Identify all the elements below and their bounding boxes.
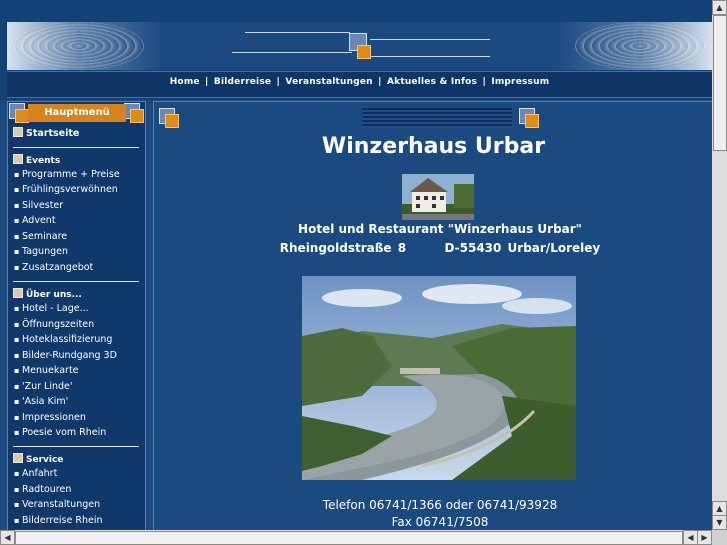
nav-bilderreise[interactable]: Bilderreise	[214, 77, 271, 87]
scroll-right-icon[interactable]: ▶	[697, 530, 712, 545]
sidebar-divider	[13, 446, 139, 447]
sidebar-item-bilder-rundgang[interactable]: Bilder-Rundgang 3D	[14, 350, 117, 361]
bullet-square-icon	[13, 154, 23, 164]
site-header: Home | Bilderreise | Veranstaltungen | A…	[0, 0, 712, 100]
sidebar-item-programme-preise[interactable]: Programme + Preise	[14, 169, 120, 180]
header-rule-right-bottom	[370, 56, 490, 57]
menu-title: Hauptmenü	[28, 104, 126, 122]
bullet-square-icon	[13, 453, 23, 463]
fax-line: Fax 06741/7508	[391, 515, 489, 529]
sidebar-item-menuekarte[interactable]: Menuekarte	[14, 365, 79, 376]
scroll-up-icon[interactable]: ▲	[712, 501, 727, 516]
top-navigation: Home | Bilderreise | Veranstaltungen | A…	[7, 71, 712, 98]
scroll-left-icon[interactable]: ◀	[0, 530, 15, 545]
nav-impressum[interactable]: Impressum	[491, 77, 549, 87]
page-title: Winzerhaus Urbar	[321, 134, 546, 159]
sidebar-menu: Hauptmenü Startseite Events Programme + …	[7, 101, 146, 530]
sidebar-item-tagungen[interactable]: Tagungen	[14, 246, 68, 257]
sidebar-item-impressionen[interactable]: Impressionen	[14, 412, 86, 423]
horizontal-scroll-thumb[interactable]	[15, 531, 683, 545]
vertical-scrollbar[interactable]: ▲ ▲ ▼	[712, 0, 727, 530]
bullet-square-icon	[13, 127, 23, 137]
header-rule-right-top	[370, 39, 490, 40]
sidebar-section-service[interactable]: Service	[13, 453, 63, 465]
header-rule-top	[245, 32, 350, 33]
scrollbar-corner	[712, 530, 727, 545]
bullet-square-icon	[13, 288, 23, 298]
sidebar-item-hoteklassifizierung[interactable]: Hoteklassifizierung	[14, 334, 112, 345]
sidebar-section-events[interactable]: Events	[13, 154, 60, 166]
sidebar-item-radtouren[interactable]: Radtouren	[14, 484, 71, 495]
street-address: Rheingoldstraße 8	[279, 241, 407, 255]
sidebar-item-startseite[interactable]: Startseite	[13, 127, 79, 139]
hotel-photo[interactable]	[402, 174, 474, 220]
sidebar-item-fruehlingsverwoehnen[interactable]: Frühlingsverwöhnen	[14, 184, 118, 195]
nav-aktuelles-infos[interactable]: Aktuelles & Infos	[387, 77, 477, 87]
sidebar-item-poesie-vom-rhein[interactable]: Poesie vom Rhein	[14, 427, 106, 438]
scroll-down-icon[interactable]: ▼	[712, 515, 727, 530]
hotel-name-line: Hotel und Restaurant "Winzerhaus Urbar"	[298, 222, 582, 236]
sidebar-item-oeffnungszeiten[interactable]: Öffnungszeiten	[14, 319, 94, 330]
phone-line: Telefon 06741/1366 oder 06741/93928	[322, 498, 558, 512]
scroll-left-icon[interactable]: ◀	[683, 530, 698, 545]
sidebar-section-ueber-uns[interactable]: Über uns...	[13, 288, 82, 300]
nav-veranstaltungen[interactable]: Veranstaltungen	[285, 77, 372, 87]
rhine-valley-photo[interactable]	[302, 276, 576, 480]
sidebar-item-advent[interactable]: Advent	[14, 215, 56, 226]
nav-home[interactable]: Home	[170, 77, 200, 87]
horizontal-scrollbar[interactable]: ◀ ◀ ▶	[0, 530, 712, 545]
sidebar-item-asia-kim[interactable]: 'Asia Kim'	[14, 396, 68, 407]
main-content: Winzerhaus Urbar Hotel und Restaurant "W…	[153, 101, 712, 530]
sidebar-item-bilderreise-rhein[interactable]: Bilderreise Rhein	[14, 515, 103, 526]
address-line: Rheingoldstraße 8 D-55430 Urbar/Loreley	[154, 241, 712, 255]
header-rule-left	[232, 52, 352, 53]
browser-viewport: Home | Bilderreise | Veranstaltungen | A…	[0, 0, 712, 530]
sidebar-item-zur-linde[interactable]: 'Zur Linde'	[14, 381, 73, 392]
vertical-scroll-thumb[interactable]	[713, 15, 727, 151]
title-stripe-bar	[362, 108, 512, 128]
city-address: D-55430 Urbar/Loreley	[444, 241, 601, 255]
sidebar-item-zusatzangebot[interactable]: Zusatzangebot	[14, 262, 93, 273]
sidebar-divider	[13, 281, 139, 282]
sidebar-item-anfahrt[interactable]: Anfahrt	[14, 468, 57, 479]
swirl-right-decoration	[575, 22, 705, 70]
sidebar-item-hotel-lage[interactable]: Hotel - Lage...	[14, 303, 89, 314]
sidebar-item-silvester[interactable]: Silvester	[14, 200, 63, 211]
sidebar-item-veranstaltungen[interactable]: Veranstaltungen	[14, 499, 100, 510]
sidebar-item-seminare[interactable]: Seminare	[14, 231, 67, 242]
swirl-left-decoration	[14, 22, 144, 70]
scroll-up-icon[interactable]: ▲	[712, 0, 727, 15]
sidebar-divider	[13, 147, 139, 148]
